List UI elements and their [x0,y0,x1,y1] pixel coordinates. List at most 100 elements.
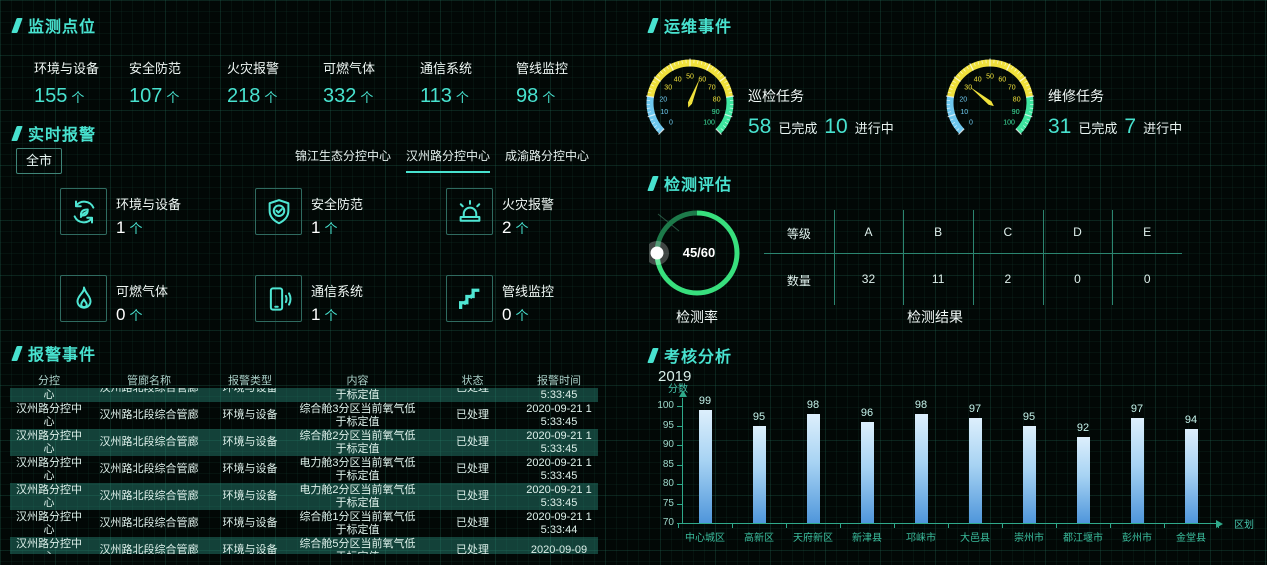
y-tick-label: 85 [648,459,674,470]
title-slash-icon [11,126,22,141]
cell-type: 环境与设备 [210,436,290,449]
alarm-row[interactable]: 汉州路分控中心汉州路北段综合管廊环境与设备综合舱2分区当前氧气低于标定值已处理2… [10,429,598,456]
shield-check-icon [255,188,302,235]
alarm-row[interactable]: 汉州路分控中心汉州路北段综合管廊环境与设备综合舱5分区当前氧气低于标定值已处理2… [10,537,598,554]
tile-value: 1个 [116,218,181,238]
column-header: 内容 [290,372,425,388]
alarm-row[interactable]: 汉州路分控中心汉州路北段综合管廊环境与设备综合舱4分区当前氧气低于标定值已处理2… [10,388,598,402]
stat-number: 98 [516,85,538,107]
tile-text: 环境与设备1个 [116,188,181,238]
detection-rate-ring: 45/60 [649,205,745,301]
city-filter-button[interactable]: 全市 [16,148,62,174]
stat-value: 113个 [420,85,472,108]
ring-handle[interactable] [651,247,664,260]
y-tick [677,445,682,446]
tile-label: 通信系统 [311,281,363,300]
x-tick [840,524,841,528]
alarm-row[interactable]: 汉州路分控中心汉州路北段综合管廊环境与设备综合舱1分区当前氧气低于标定值已处理2… [10,510,598,537]
phone-waves-icon [255,275,302,322]
tile-label: 火灾报警 [502,194,554,213]
y-tick-label: 75 [648,498,674,509]
stat-value: 107个 [129,85,181,108]
stat-unit: 个 [264,90,277,105]
cell-subcenter: 汉州路分控中心 [10,403,88,429]
alarm-tile-1[interactable]: 安全防范1个 [255,188,363,238]
y-tick [677,504,682,505]
cell-content: 综合舱4分区当前氧气低于标定值 [290,388,425,402]
grade-header-label: 等级 [764,225,834,242]
stat-number: 332 [323,85,356,107]
tile-text: 通信系统 1个 [311,275,363,325]
alarm-row[interactable]: 汉州路分控中心汉州路北段综合管廊环境与设备电力舱3分区当前氧气低于标定值已处理2… [10,456,598,483]
tab-subcenter-2[interactable]: 成渝路分控中心 [505,147,589,173]
siren-icon [446,188,493,235]
y-tick-label: 90 [648,439,674,450]
title-slash-icon [11,346,22,361]
bar-value-label: 97 [960,403,990,415]
assessment-bar-chart: 2019 分数 区划 70758085909510099中心城区95高新区98天… [640,340,1267,565]
alarm-tile-2[interactable]: 火灾报警2个 [446,188,554,238]
section-title-assessment: 检测评估 [650,174,732,192]
bar [1077,437,1090,523]
cell-status: 已处理 [425,388,520,395]
svg-text:10: 10 [960,109,968,116]
gauge-task-label: 巡检任务 [748,86,894,106]
cell-type: 环境与设备 [210,490,290,503]
stat-number: 155 [34,85,67,107]
tile-number: 1 [311,305,320,324]
svg-text:30: 30 [964,85,972,92]
tile-number: 2 [502,218,511,237]
alarm-row[interactable]: 汉州路分控中心汉州路北段综合管廊环境与设备电力舱2分区当前氧气低于标定值已处理2… [10,483,598,510]
grade-count: 0 [1112,272,1182,286]
x-tick [1164,524,1165,528]
alarm-row[interactable]: 汉州路分控中心汉州路北段综合管廊环境与设备综合舱3分区当前氧气低于标定值已处理2… [10,402,598,429]
svg-text:0: 0 [669,120,673,127]
x-tick [678,524,679,528]
stat-label: 通信系统 [420,58,472,77]
stat-label: 管线监控 [516,58,568,77]
cell-subcenter: 汉州路分控中心 [10,457,88,483]
tile-value: 0个 [116,305,168,325]
cell-status: 已处理 [425,409,520,422]
bar [1023,426,1036,524]
tile-value: 1个 [311,305,363,325]
gauge-1: 0102030405060708090100 [935,48,1045,163]
grade-name: A [834,225,904,239]
alarm-tile-4[interactable]: 通信系统 1个 [255,275,363,325]
cell-content: 电力舱2分区当前氧气低于标定值 [290,484,425,510]
title-slash-icon [11,18,22,33]
x-tick [732,524,733,528]
bar [915,414,928,523]
svg-text:100: 100 [1003,120,1015,127]
y-axis-arrow [679,390,687,397]
stat-unit: 个 [542,90,555,105]
section-title-ops-events: 运维事件 [650,16,732,34]
tile-number: 1 [311,218,320,237]
cell-type: 环境与设备 [210,517,290,530]
cell-corridor: 汉州路北段综合管廊 [88,544,210,554]
cell-content: 综合舱5分区当前氧气低于标定值 [290,538,425,555]
cell-content: 电力舱3分区当前氧气低于标定值 [290,457,425,483]
column-header: 报警时间 [520,372,598,388]
svg-text:50: 50 [986,74,994,81]
grade-name: D [1043,225,1113,239]
x-tick-label: 崇州市 [1001,529,1057,544]
done-label: 已完成 [778,118,817,137]
svg-text:60: 60 [698,76,706,83]
tab-subcenter-1[interactable]: 汉州路分控中心 [406,147,490,173]
grade-hline [764,253,1182,254]
gauge-needle [688,79,700,108]
tile-text: 安全防范1个 [311,188,363,238]
alarm-tile-3[interactable]: 可燃气体0个 [60,275,168,325]
in-progress-label: 进行中 [855,118,894,137]
tab-subcenter-0[interactable]: 锦江生态分控中心 [295,147,391,173]
cell-time: 2020-09-21 15:33:45 [520,388,598,402]
grade-count: 2 [973,272,1043,286]
bar-value-label: 92 [1068,422,1098,434]
alarm-table-header: 分控管廊名称报警类型内容状态报警时间 [10,372,598,388]
alarm-tile-0[interactable]: 环境与设备1个 [60,188,181,238]
gauge-0: 0102030405060708090100 [635,48,745,163]
alarm-tile-5[interactable]: 管线监控0个 [446,275,554,325]
tile-text: 可燃气体0个 [116,275,168,325]
svg-text:100: 100 [703,120,715,127]
